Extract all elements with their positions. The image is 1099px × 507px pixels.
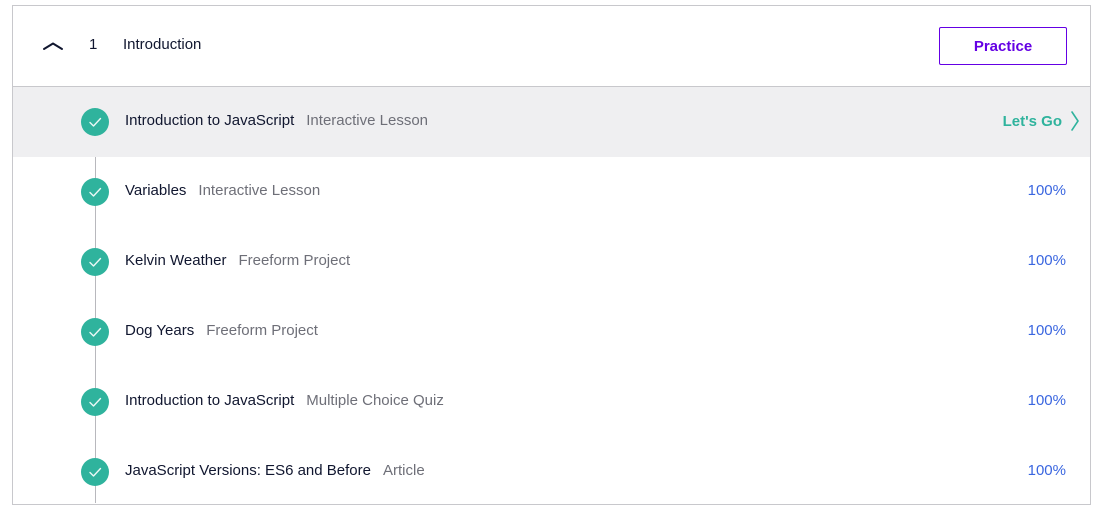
- course-section-panel: 1 Introduction Practice Introduction to …: [12, 5, 1091, 505]
- lesson-type: Interactive Lesson: [198, 182, 321, 199]
- lesson-title: Introduction to JavaScript: [125, 112, 295, 129]
- check-icon: [81, 458, 109, 486]
- lesson-title: Variables: [125, 182, 187, 199]
- lesson-title: JavaScript Versions: ES6 and Before: [125, 462, 371, 479]
- check-icon: [81, 108, 109, 136]
- lesson-type: Multiple Choice Quiz: [306, 392, 444, 409]
- chevron-right-icon: [1071, 111, 1079, 131]
- lesson-row[interactable]: Introduction to JavaScript Interactive Le…: [13, 87, 1090, 157]
- section-header[interactable]: 1 Introduction Practice: [13, 6, 1090, 87]
- lesson-title: Kelvin Weather: [125, 252, 227, 269]
- lets-go-label: Let's Go: [1002, 112, 1062, 130]
- lesson-type: Freeform Project: [238, 252, 351, 269]
- lesson-title: Introduction to JavaScript: [125, 392, 295, 409]
- check-icon: [81, 248, 109, 276]
- progress-percent: 100%: [1027, 322, 1066, 339]
- progress-percent: 100%: [1027, 392, 1066, 409]
- lets-go-link[interactable]: Let's Go: [1003, 110, 1080, 132]
- section-number: 1: [89, 36, 98, 53]
- lesson-type: Article: [382, 462, 425, 479]
- practice-button[interactable]: Practice: [939, 27, 1067, 65]
- lesson-row[interactable]: Kelvin Weather Freeform Project 100%: [13, 227, 1090, 297]
- lesson-row[interactable]: JavaScript Versions: ES6 and Before Artic…: [13, 437, 1090, 507]
- lesson-type: Interactive Lesson: [306, 112, 429, 129]
- progress-percent: 100%: [1027, 462, 1066, 479]
- chevron-up-icon[interactable]: [41, 34, 65, 58]
- lesson-type: Freeform Project: [206, 322, 318, 339]
- progress-percent: 100%: [1027, 252, 1066, 269]
- lesson-row[interactable]: Dog Years Freeform Project 100%: [13, 297, 1090, 367]
- lesson-row[interactable]: Introduction to JavaScript Multiple Choic…: [13, 367, 1090, 437]
- section-title: Introduction: [123, 36, 202, 53]
- progress-percent: 100%: [1027, 182, 1066, 199]
- lesson-row[interactable]: Variables Interactive Lesson 100%: [13, 157, 1090, 227]
- check-icon: [81, 178, 109, 206]
- check-icon: [81, 318, 109, 346]
- check-icon: [81, 388, 109, 416]
- lesson-title: Dog Years: [125, 322, 195, 339]
